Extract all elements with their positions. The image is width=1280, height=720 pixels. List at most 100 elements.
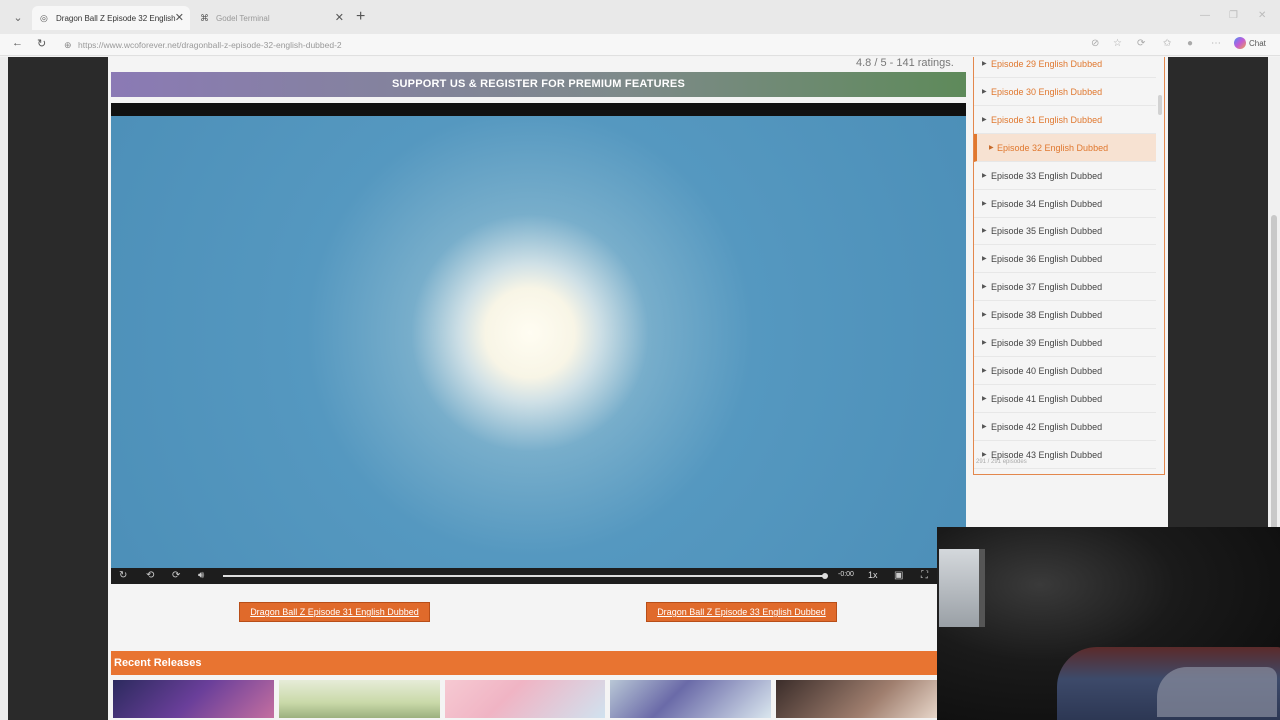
release-thumbnail[interactable] [776, 680, 937, 718]
tab-title: Dragon Ball Z Episode 32 English [56, 13, 176, 23]
right-margin [1168, 57, 1268, 527]
episode-label: Episode 41 English Dubbed [991, 393, 1103, 404]
picture-in-picture-icon[interactable]: ▣ [894, 570, 903, 581]
profile-avatar-icon[interactable]: ● [1187, 38, 1193, 49]
episode-list-item[interactable]: ▶ Episode 29 English Dubbed [974, 57, 1156, 78]
triangle-right-icon: ▶ [982, 284, 987, 291]
episode-label: Episode 33 English Dubbed [991, 170, 1103, 181]
replay-icon[interactable]: ↻ [119, 570, 127, 581]
restore-icon[interactable]: ❐ [1229, 10, 1238, 21]
block-icon[interactable]: ⊘ [1091, 38, 1099, 49]
extensions-icon[interactable]: ⟳ [1137, 38, 1145, 49]
triangle-right-icon: ▶ [982, 200, 987, 207]
release-thumbnail[interactable] [113, 680, 274, 718]
webcam-blanket [1157, 667, 1277, 717]
close-icon[interactable]: ✕ [335, 11, 344, 24]
refresh-icon[interactable]: ↻ [37, 37, 46, 50]
episode-list-item[interactable]: ▶ Episode 35 English Dubbed [974, 217, 1156, 246]
episode-list-item[interactable]: ▶ Episode 41 English Dubbed [974, 385, 1156, 413]
episode-label: Episode 39 English Dubbed [991, 338, 1103, 348]
episode-list-scrollbar[interactable] [1158, 95, 1162, 115]
triangle-right-icon: ▶ [982, 256, 987, 263]
episode-list-item[interactable]: ▶ Episode 30 English Dubbed [974, 78, 1156, 106]
triangle-right-icon: ▶ [982, 88, 987, 95]
episode-label: Episode 40 English Dubbed [991, 365, 1103, 376]
recent-releases-header: Recent Releases [111, 651, 937, 675]
next-episode-button[interactable]: Dragon Ball Z Episode 33 English Dubbed [646, 602, 837, 622]
copilot-icon [1234, 37, 1246, 49]
tab-bar: ⌄ ◎ Dragon Ball Z Episode 32 English ✕ ⌘… [0, 0, 1280, 34]
rating-text: 4.8 / 5 - 141 ratings. [856, 57, 954, 69]
episode-list-item[interactable]: ▶ Episode 42 English Dubbed [974, 413, 1156, 441]
triangle-right-icon: ▶ [982, 340, 987, 346]
episode-label: Episode 37 English Dubbed [991, 282, 1103, 293]
tab-list-menu-icon[interactable]: ⌄ [8, 8, 28, 28]
globe-icon: ◎ [40, 13, 48, 23]
recent-releases-thumbnails [113, 680, 937, 718]
episode-label: Episode 30 English Dubbed [991, 86, 1103, 97]
release-thumbnail[interactable] [278, 680, 440, 718]
episode-list-item[interactable]: ▶ Episode 40 English Dubbed [974, 357, 1156, 385]
release-thumbnail[interactable] [610, 680, 772, 718]
triangle-right-icon: ▶ [989, 144, 994, 151]
webcam-window [939, 549, 985, 627]
episode-list-item[interactable]: ▶ Episode 31 English Dubbed [974, 106, 1156, 134]
close-window-icon[interactable]: ✕ [1258, 10, 1266, 21]
close-icon[interactable]: ✕ [175, 11, 184, 24]
playback-speed[interactable]: 1x [868, 570, 878, 580]
prev-episode-button[interactable]: Dragon Ball Z Episode 31 English Dubbed [239, 602, 430, 622]
episode-label: Episode 36 English Dubbed [991, 254, 1103, 265]
episode-list-item[interactable]: ▶ Episode 36 English Dubbed [974, 245, 1156, 274]
rewind-icon[interactable]: ⟲ [146, 570, 154, 581]
episode-label: Episode 38 English Dubbed [991, 310, 1103, 321]
triangle-right-icon: ▶ [982, 423, 987, 430]
video-player[interactable]: ↻ ⟲ ⟳ 🔊︎ -0:00 1x ▣ ⛶ [111, 103, 966, 584]
episode-label: Episode 35 English Dubbed [991, 226, 1103, 237]
minimize-icon[interactable]: — [1200, 10, 1210, 21]
more-options-icon[interactable]: ⋯ [1211, 38, 1221, 49]
triangle-right-icon: ▶ [982, 116, 987, 123]
terminal-icon: ⌘ [200, 13, 209, 23]
support-banner[interactable]: SUPPORT US & REGISTER FOR PREMIUM FEATUR… [111, 72, 966, 97]
webcam-overlay [937, 527, 1280, 720]
address-bar: ← ↻ ⊕ https://www.wcoforever.net/dragonb… [0, 34, 1280, 56]
copilot-chat-button[interactable]: Chat [1234, 37, 1266, 49]
episode-label: Episode 34 English Dubbed [991, 198, 1103, 209]
scrollbar-thumb[interactable] [1271, 215, 1277, 580]
episode-label: Episode 42 English Dubbed [991, 421, 1103, 432]
favorites-icon[interactable]: ✩ [1163, 38, 1171, 49]
volume-icon[interactable]: 🔊︎ [198, 570, 204, 581]
episode-label: Episode 31 English Dubbed [991, 114, 1103, 125]
url-field[interactable]: ⊕ https://www.wcoforever.net/dragonball-… [58, 36, 1078, 54]
episode-list-item[interactable]: ▶ Episode 32 English Dubbed [974, 133, 1156, 162]
episode-list-item[interactable]: ▶ Episode 34 English Dubbed [974, 190, 1156, 218]
new-tab-button[interactable]: + [356, 8, 365, 26]
triangle-right-icon: ▶ [982, 367, 987, 374]
time-remaining: -0:00 [838, 571, 854, 578]
episode-list-item[interactable]: ▶ Episode 37 English Dubbed [974, 273, 1156, 302]
url-text: https://www.wcoforever.net/dragonball-z-… [78, 40, 342, 50]
episode-label: Episode 29 English Dubbed [991, 59, 1103, 69]
fullscreen-icon[interactable]: ⛶ [921, 570, 928, 581]
episode-label: Episode 32 English Dubbed [997, 142, 1109, 153]
triangle-right-icon: ▶ [982, 61, 987, 67]
episode-list-item[interactable]: ▶ Episode 33 English Dubbed [974, 162, 1156, 190]
tab-dragon-ball[interactable]: ◎ Dragon Ball Z Episode 32 English ✕ [32, 6, 190, 30]
left-margin [8, 57, 108, 720]
tab-godel-terminal[interactable]: ⌘ Godel Terminal ✕ [192, 6, 350, 30]
episode-list-item[interactable]: ▶ Episode 38 English Dubbed [974, 301, 1156, 330]
player-controls: ↻ ⟲ ⟳ 🔊︎ -0:00 1x ▣ ⛶ [111, 568, 966, 584]
forward-icon[interactable]: ⟳ [172, 570, 180, 581]
triangle-right-icon: ▶ [982, 172, 987, 179]
video-frame[interactable] [111, 116, 966, 568]
chat-label: Chat [1249, 38, 1266, 48]
progress-knob[interactable] [822, 573, 828, 579]
lock-icon: ⊕ [64, 40, 72, 50]
progress-bar[interactable] [223, 573, 828, 579]
episode-list: ▶ Episode 29 English Dubbed ▶ Episode 30 En… [973, 57, 1165, 475]
star-icon[interactable]: ☆ [1113, 38, 1122, 49]
episode-list-item[interactable]: ▶ Episode 39 English Dubbed [974, 329, 1156, 357]
back-arrow-icon[interactable]: ← [12, 37, 23, 49]
release-thumbnail[interactable] [444, 680, 606, 718]
triangle-right-icon: ▶ [982, 312, 987, 319]
